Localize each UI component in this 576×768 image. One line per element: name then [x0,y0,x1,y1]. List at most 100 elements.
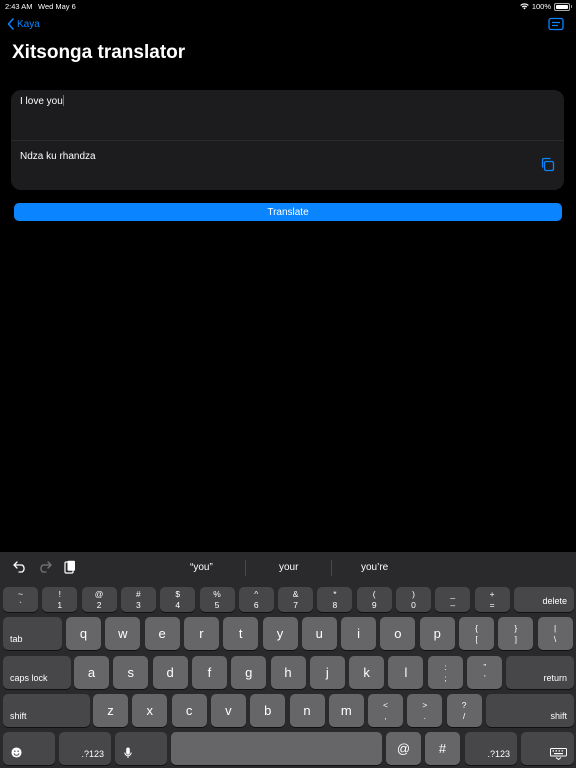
key-/[interactable]: ? / [446,694,482,727]
key-j[interactable]: j [309,656,345,689]
key-w[interactable]: w [105,617,141,650]
status-bar: 2:43 AM Wed May 6 100% [0,0,576,14]
emoji-icon [11,747,22,758]
key-2[interactable]: @2 [81,587,117,612]
shift-left-label: shift [10,711,27,721]
caps-lock-key[interactable]: caps lock [3,656,71,689]
key-legend-base: ` [19,599,22,610]
key-’[interactable]: ”’ [467,656,503,689]
key-legend-base: 3 [136,599,141,610]
key-c[interactable]: c [171,694,207,727]
space-bar[interactable] [171,732,382,765]
key-f[interactable]: f [191,656,227,689]
key-3[interactable]: #3 [120,587,156,612]
emoji-key[interactable] [3,732,55,765]
at-key[interactable]: @ [386,732,421,765]
caps-lock-label: caps lock [10,673,48,683]
key-s[interactable]: s [113,656,149,689]
key-7[interactable]: & 7 [278,587,314,612]
key-legend: % 5 [213,589,221,611]
key-letter: k [363,665,370,680]
key-h[interactable]: h [270,656,306,689]
numbers-left-label: .?123 [81,749,104,759]
numbers-right-label: .?123 [487,749,510,759]
key-l[interactable]: l [388,656,424,689]
key-1[interactable]: ! 1 [42,587,78,612]
key-=[interactable]: + = [474,587,510,612]
suggestion-2[interactable]: your [279,562,298,573]
key-n[interactable]: n [289,694,325,727]
sidebar-toggle-button[interactable] [548,17,564,36]
key-x[interactable]: x [132,694,168,727]
paste-button[interactable] [64,560,76,579]
suggestion-1[interactable]: “you” [190,562,213,573]
key-legend: (9 [372,589,377,611]
microphone-key[interactable] [115,732,167,765]
key-a[interactable]: a [74,656,109,689]
key-letter: g [245,665,253,680]
key-4[interactable]: $4 [160,587,196,612]
key-5[interactable]: % 5 [199,587,235,612]
key-legend: >. [422,700,427,722]
numbers-right-key[interactable]: .?123 [465,732,517,765]
redo-button[interactable] [38,560,52,578]
key-`[interactable]: ~ ` [3,587,38,612]
key-legend-shift: % [213,588,221,599]
key-u[interactable]: u [301,617,337,650]
key-t[interactable]: t [223,617,259,650]
key-legend-base: ’ [483,672,486,683]
key-b[interactable]: b [250,694,286,727]
numbers-left-key[interactable]: .?123 [59,732,111,765]
key-letter: s [127,665,135,680]
key-g[interactable]: g [231,656,267,689]
key-0[interactable]: ) 0 [396,587,431,612]
suggestion-3[interactable]: you’re [361,562,388,573]
key-q[interactable]: q [66,617,101,650]
delete-key[interactable]: delete [514,587,574,612]
key-,[interactable]: <, [368,694,403,727]
hide-keyboard-key[interactable] [521,732,574,765]
key-d[interactable]: d [152,656,188,689]
key-letter: z [107,703,114,718]
key-y[interactable]: y [262,617,298,650]
key-;[interactable]: :; [428,656,463,689]
key-e[interactable]: e [144,617,180,650]
key-][interactable]: }] [498,617,534,650]
key-r[interactable]: r [183,617,219,650]
return-key[interactable]: return [506,656,574,689]
key-p[interactable]: p [419,617,455,650]
key-legend-base: 4 [175,599,181,610]
key-v[interactable]: v [210,694,246,727]
key-legend: :; [444,662,446,684]
source-text-field[interactable]: I love you [11,90,564,140]
copy-button[interactable] [540,157,555,177]
key-.[interactable]: >. [407,694,443,727]
key-letter: f [207,665,212,680]
key-o[interactable]: o [380,617,416,650]
shift-left-key[interactable]: shift [3,694,90,727]
key-legend-base: 1 [57,599,63,610]
key-–[interactable]: _ – [435,587,471,612]
undo-button[interactable] [13,560,27,578]
key-legend-shift: * [333,588,337,599]
key-9[interactable]: (9 [356,587,392,612]
key-\[interactable]: | \ [537,617,573,650]
translate-button[interactable]: Translate [14,203,562,221]
key-legend-shift: ? [461,699,467,710]
key-legend: #3 [136,589,141,611]
key-legend: _ – [450,589,455,611]
key-i[interactable]: i [341,617,377,650]
key-letter: v [225,703,232,718]
key-m[interactable]: m [328,694,364,727]
shift-right-key[interactable]: shift [486,694,574,727]
key-k[interactable]: k [349,656,385,689]
hash-key[interactable]: # [425,732,460,765]
key-8[interactable]: * 8 [317,587,353,612]
tab-key[interactable]: tab [3,617,62,650]
key-6[interactable]: ^ 6 [238,587,274,612]
key-letter: o [394,626,402,641]
back-button[interactable]: Kaya [7,18,40,30]
key-legend-shift: } [514,622,518,633]
key-z[interactable]: z [93,694,128,727]
key-[[interactable]: {[ [459,617,494,650]
